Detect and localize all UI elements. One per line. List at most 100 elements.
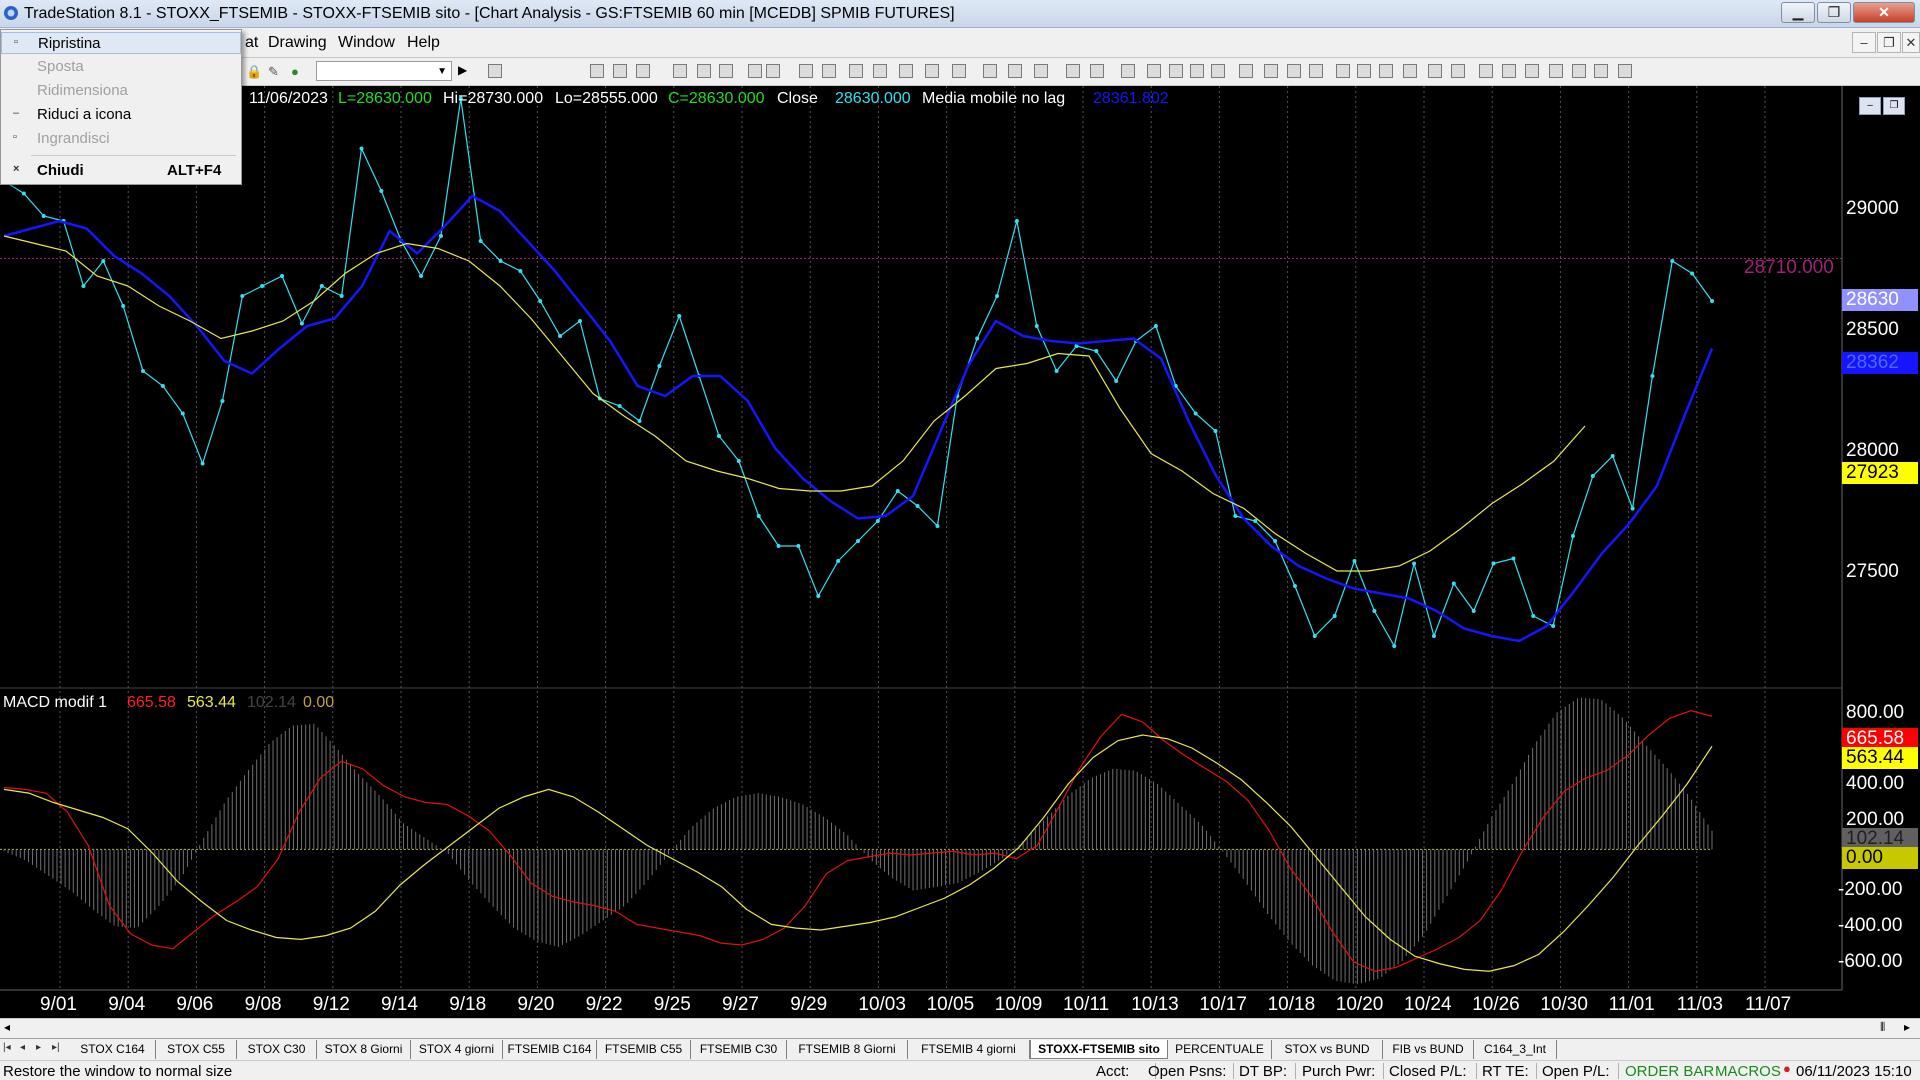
toolbar-tool-icon[interactable] [1309,64,1323,78]
draw-icon[interactable]: ✎ [268,64,282,79]
toolbar-tool-icon[interactable] [822,64,836,78]
toolbar-tool-icon[interactable] [1034,64,1048,78]
sysmenu-item-minimize[interactable]: – Riduci a icona [1,104,241,126]
toolbar-tool-icon[interactable] [1357,64,1371,78]
mdi-minimize-button[interactable]: – [1852,32,1876,53]
price-point [1213,429,1218,433]
toolbar-tool-icon[interactable] [1239,64,1253,78]
tab-ftsemib-8-giorni[interactable]: FTSEMIB 8 Giorni [787,1040,908,1059]
sysmenu-item-maximize[interactable]: ▫ Ingrandisci [1,128,241,150]
chart-minimize-button[interactable]: – [1859,97,1881,115]
play-icon[interactable]: ▶ [458,63,467,77]
price-point [220,399,225,403]
tab-ftsemib-c55[interactable]: FTSEMIB C55 [597,1040,691,1059]
toolbar-tool-icon[interactable] [1479,64,1493,78]
chart-area[interactable]: 11/06/2023 L=28630.000 Hi=28730.000 Lo=2… [0,86,1920,1023]
tab-stox-c164[interactable]: STOX C164 [70,1040,156,1059]
toolbar-tool-icon[interactable] [1618,64,1632,78]
tab-stox-8-giorni[interactable]: STOX 8 Giorni [317,1040,411,1059]
tab-last-icon[interactable]: ▸| [52,1042,60,1053]
price-point [875,519,880,523]
symbol-combo[interactable]: ▼ [316,61,452,81]
minimize-button[interactable]: ▁ [1781,2,1815,23]
maximize-button[interactable]: ❐ [1817,2,1851,23]
toolbar-tool-icon[interactable] [1451,64,1465,78]
tab-percentuale[interactable]: PERCENTUALE [1168,1040,1272,1059]
toolbar-tool-icon[interactable] [1090,64,1104,78]
toolbar-tool-icon[interactable] [1264,64,1278,78]
menu-format[interactable]: at [245,34,258,52]
toolbar-tool-icon[interactable] [1066,64,1080,78]
color-icon[interactable]: ● [291,64,305,79]
toolbar-tool-icon[interactable] [1502,64,1516,78]
mdi-restore-button[interactable]: ❐ [1877,32,1901,53]
horizontal-scrollbar[interactable]: ◂ ⦀ ▸ [0,1018,1920,1038]
order-bar-button[interactable]: ORDER BAR [1625,1063,1714,1080]
toolbar-tool-icon[interactable] [1190,64,1204,78]
scroll-left-icon[interactable]: ◂ [4,1020,10,1034]
tab-prev-icon[interactable]: ◂ [20,1042,25,1053]
tab-c164-3-int[interactable]: C164_3_Int [1474,1040,1557,1059]
sysmenu-item-resize[interactable]: Ridimensiona [1,80,241,102]
tab-ftsemib-4-giorni[interactable]: FTSEMIB 4 giorni [908,1040,1030,1059]
toolbar-tool-icon[interactable] [1008,64,1022,78]
toolbar-tool-icon[interactable] [766,64,780,78]
mdi-close-button[interactable]: ✕ [1902,32,1920,53]
toolbar-tool-icon[interactable] [1211,64,1225,78]
close-button[interactable]: ✕ [1853,2,1915,23]
tab-ftsemib-c30[interactable]: FTSEMIB C30 [691,1040,787,1059]
tab-first-icon[interactable]: |◂ [3,1042,11,1053]
toolbar-tool-icon[interactable] [1147,64,1161,78]
toolbar-tool-icon[interactable] [697,64,711,78]
toolbar-tool-icon[interactable] [1525,64,1539,78]
tab-stox-c55[interactable]: STOX C55 [156,1040,237,1059]
toolbar-tool-icon[interactable] [673,64,687,78]
toolbar-tool-icon[interactable] [1169,64,1183,78]
toolbar-tool-icon[interactable] [1121,64,1135,78]
toolbar-tool-icon[interactable] [636,64,650,78]
tab-fib-vs-bund[interactable]: FIB vs BUND [1383,1040,1474,1059]
toolbar-tool-icon[interactable] [1379,64,1393,78]
toolbar-tool-icon[interactable] [488,64,502,78]
menu-help[interactable]: Help [407,34,440,52]
toolbar-tool-icon[interactable] [1428,64,1442,78]
toolbar-tool-icon[interactable] [1572,64,1586,78]
sysmenu-item-restore[interactable]: ▫ Ripristina [1,32,241,54]
toolbar-tool-icon[interactable] [983,64,997,78]
macros-button[interactable]: MACROS [1715,1063,1781,1080]
toolbar-tool-icon[interactable] [1336,64,1350,78]
toolbar-tool-icon[interactable] [899,64,913,78]
menu-drawing[interactable]: Drawing [268,34,327,52]
toolbar-tool-icon[interactable] [925,64,939,78]
date-tick-label: 9/04 [108,994,146,1015]
menu-window[interactable]: Window [338,34,395,52]
toolbar-tool-icon[interactable] [849,64,863,78]
scroll-right-icon[interactable]: ▸ [1904,1020,1910,1034]
date-tick-label: 10/03 [858,994,906,1015]
tab-next-icon[interactable]: ▸ [36,1042,41,1053]
chart-restore-button[interactable]: ❐ [1883,97,1905,115]
tradestation-app-icon[interactable] [3,5,19,21]
tab-stoxx-ftsemib-sito[interactable]: STOXX-FTSEMIB sito [1030,1040,1168,1059]
toolbar-tool-icon[interactable] [590,64,604,78]
toolbar-tool-icon[interactable] [1549,64,1563,78]
toolbar-tool-icon[interactable] [873,64,887,78]
toolbar-tool-icon[interactable] [748,64,762,78]
scroll-thumb-icon[interactable]: ⦀ [1880,1020,1885,1035]
tab-stox-4-giorni[interactable]: STOX 4 giorni [411,1040,503,1059]
price-point [1491,561,1496,566]
chart-canvas[interactable] [0,86,1920,1023]
toolbar-tool-icon[interactable] [952,64,966,78]
toolbar-tool-icon[interactable] [799,64,813,78]
tab-stox-c30[interactable]: STOX C30 [237,1040,317,1059]
sysmenu-item-move[interactable]: Sposta [1,56,241,78]
tab-stox-vs-bund[interactable]: STOX vs BUND [1272,1040,1383,1059]
sysmenu-item-close[interactable]: × Chiudi ALT+F4 [1,160,241,182]
toolbar-tool-icon[interactable] [1594,64,1608,78]
lock-icon[interactable]: 🔒 [246,64,262,79]
toolbar-tool-icon[interactable] [613,64,627,78]
toolbar-tool-icon[interactable] [1287,64,1301,78]
toolbar-tool-icon[interactable] [719,64,733,78]
toolbar-tool-icon[interactable] [1403,64,1417,78]
tab-ftsemib-c164[interactable]: FTSEMIB C164 [503,1040,597,1059]
